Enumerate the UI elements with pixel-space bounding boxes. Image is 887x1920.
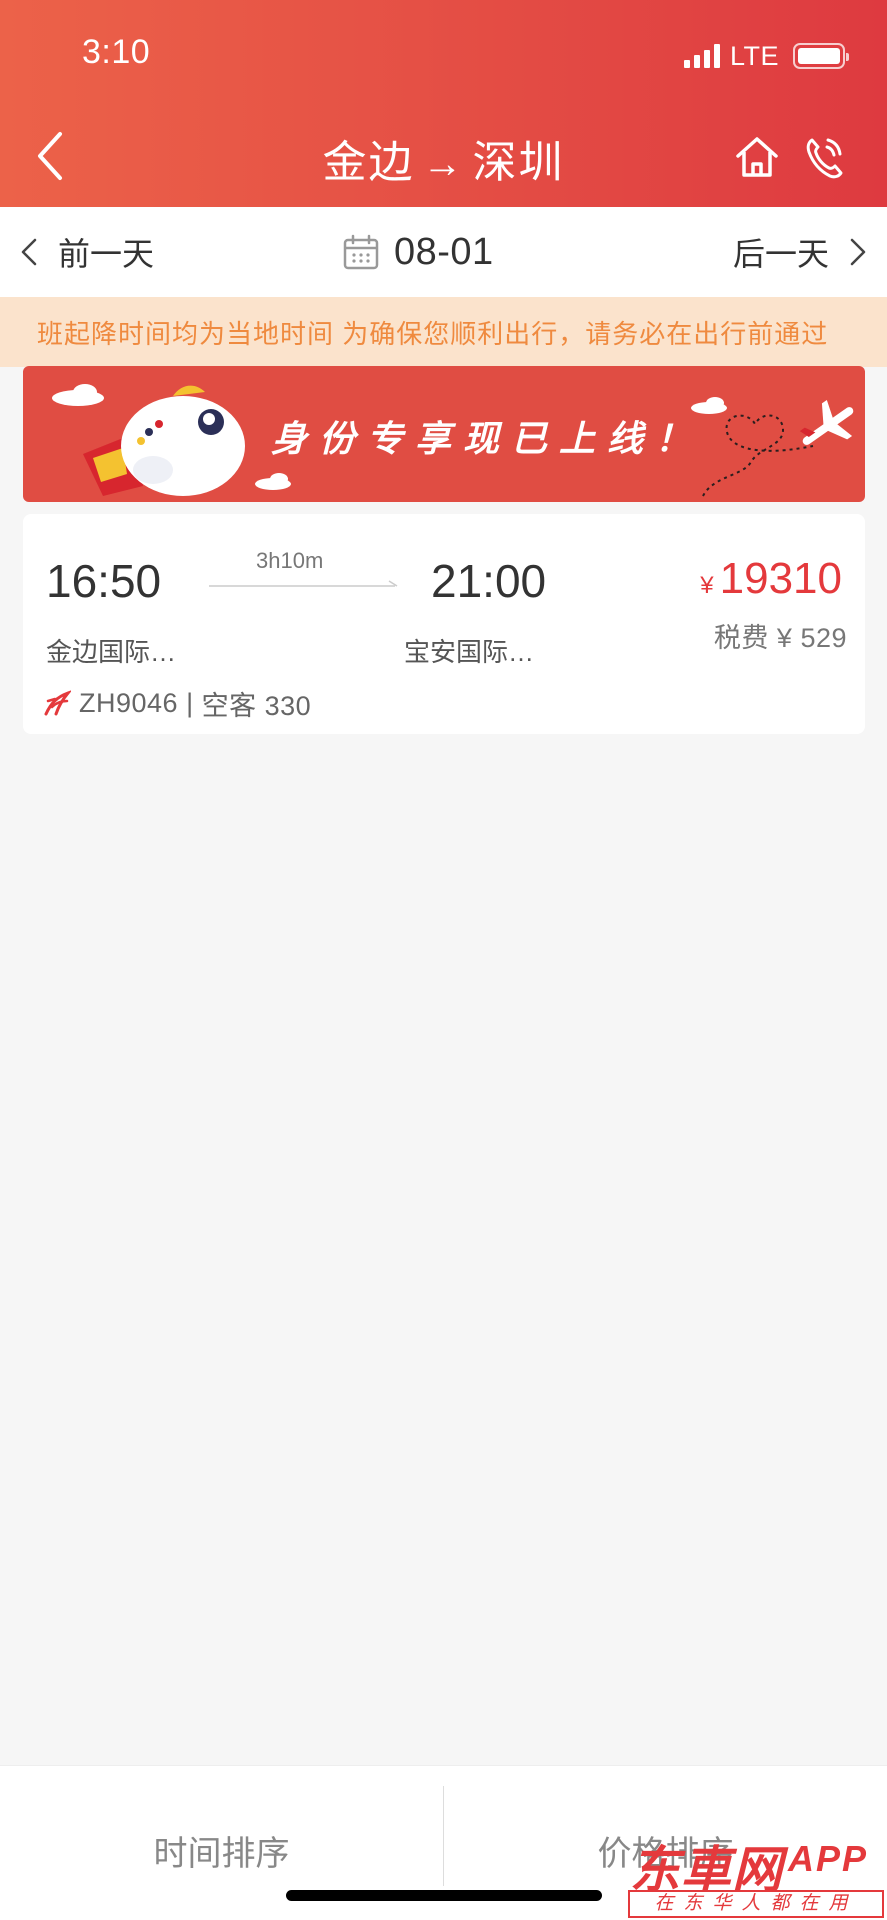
watermark-sub: 在东华人都在用 — [628, 1890, 884, 1918]
date-picker[interactable]: 08-01 — [342, 229, 494, 275]
route-arrow: → — [422, 142, 465, 186]
price-value: 19310 — [719, 554, 842, 603]
prev-day-label: 前一天 — [58, 236, 155, 272]
signal-icon — [683, 44, 720, 68]
route-line-icon — [209, 580, 398, 587]
watermark-app: APP — [788, 1838, 869, 1879]
home-indicator[interactable] — [286, 1890, 602, 1901]
currency-symbol: ¥ — [700, 572, 714, 599]
promo-banner[interactable]: 身份专享现已上线！ — [23, 366, 865, 502]
departure-airport: 金边国际… — [46, 637, 177, 667]
date-bar: 前一天 08-01 后一天 — [0, 207, 887, 297]
info-separator: | — [186, 687, 194, 718]
tax-fee: 税费 ¥ 529 — [713, 623, 847, 653]
app-header: 3:10 LTE 金边 → 深圳 — [0, 0, 887, 207]
flight-duration: 3h10m — [256, 548, 324, 573]
next-day-button[interactable]: 后一天 — [733, 229, 867, 275]
airline-logo-icon — [44, 690, 71, 716]
calendar-icon — [343, 234, 379, 270]
phone-icon[interactable] — [804, 134, 846, 180]
watermark-logo: 东車网 APP 在东华人都在用 — [626, 1830, 887, 1920]
prev-day-button[interactable]: 前一天 — [20, 229, 154, 275]
arrival-time: 21:00 — [431, 555, 547, 607]
battery-icon — [793, 43, 849, 69]
notice-bar[interactable]: 班起降时间均为当地时间 为确保您顺利出行，请务必在出行前通过 — [0, 297, 887, 367]
destination-city: 深圳 — [472, 138, 565, 187]
home-icon[interactable] — [734, 134, 780, 180]
selected-date: 08-01 — [394, 230, 494, 273]
departure-time: 16:50 — [46, 555, 162, 607]
aircraft-type: 空客 330 — [201, 690, 312, 721]
network-type: LTE — [729, 40, 779, 71]
flight-number: ZH9046 — [79, 687, 179, 718]
status-indicators: LTE — [683, 40, 849, 72]
next-day-label: 后一天 — [732, 236, 829, 272]
status-time: 3:10 — [82, 33, 151, 71]
flight-info: ZH9046 | 空客 330 — [43, 686, 312, 721]
origin-city: 金边 — [322, 138, 415, 187]
flight-card[interactable]: 16:50 3h10m 21:00 ¥ 19310 金边国际… 宝安国际… 税费… — [23, 514, 865, 734]
sort-by-time-button[interactable]: 时间排序 — [0, 1826, 443, 1875]
chevron-right-icon — [850, 238, 866, 266]
flight-price: ¥ 19310 — [700, 554, 842, 604]
arrival-airport: 宝安国际… — [404, 637, 535, 667]
chevron-left-icon — [21, 238, 37, 266]
banner-text: 身份专享现已上线！ — [271, 418, 704, 459]
notice-text: 班起降时间均为当地时间 为确保您顺利出行，请务必在出行前通过 — [37, 319, 829, 349]
